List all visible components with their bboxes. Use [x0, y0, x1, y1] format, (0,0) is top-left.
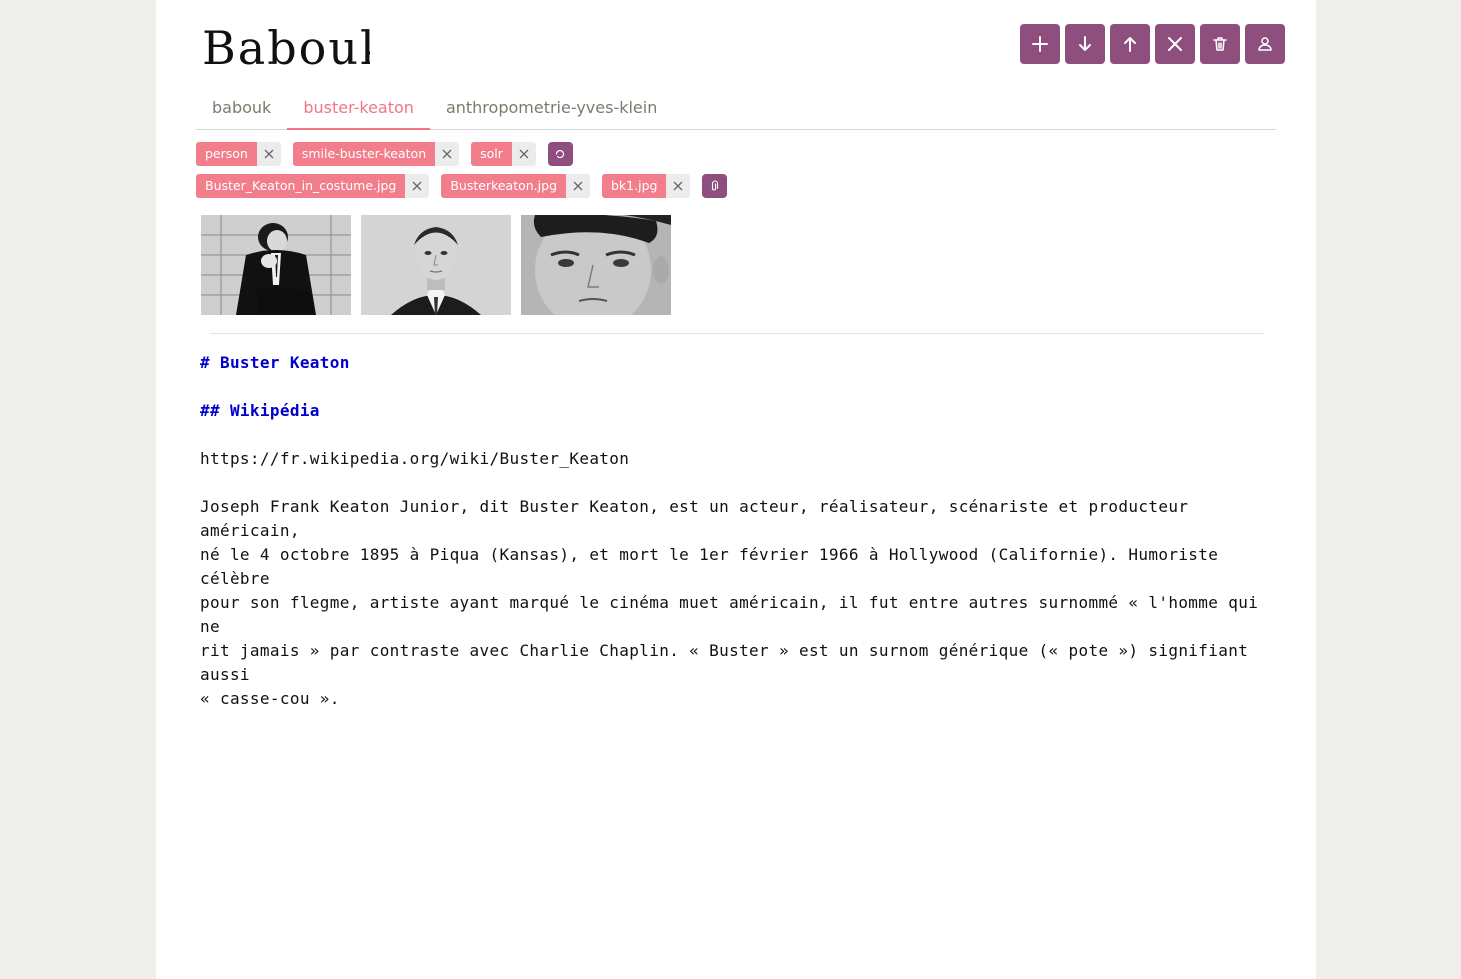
photo-closeup: [521, 215, 671, 315]
tag: solr: [471, 142, 536, 166]
upload-button[interactable]: [1110, 24, 1150, 64]
app-logo[interactable]: Babouk: [200, 18, 370, 74]
thumbnail-bk1[interactable]: [521, 215, 671, 315]
paragraph-line: né le 4 octobre 1895 à Piqua (Kansas), e…: [200, 545, 1229, 588]
close-icon: [673, 181, 683, 191]
user-icon: [1258, 37, 1272, 51]
close-icon: [573, 181, 583, 191]
arrow-down-icon: [1079, 36, 1091, 51]
download-button[interactable]: [1065, 24, 1105, 64]
paragraph-line: pour son flegme, artiste ayant marqué le…: [200, 593, 1269, 636]
tag-label[interactable]: person: [196, 142, 257, 166]
paragraph-line: « casse-cou ».: [200, 689, 340, 708]
attachment-tag: Buster_Keaton_in_costume.jpg: [196, 174, 430, 198]
close-icon: [1168, 37, 1182, 51]
svg-text:Babouk: Babouk: [202, 21, 370, 74]
paragraph: Joseph Frank Keaton Junior, dit Buster K…: [200, 495, 1280, 711]
wikipedia-link[interactable]: https://fr.wikipedia.org/wiki/Buster_Kea…: [200, 447, 1280, 471]
tag: person: [196, 142, 281, 166]
tab-babouk[interactable]: babouk: [196, 88, 287, 128]
attach-file-button[interactable]: [702, 174, 728, 198]
user-button[interactable]: [1245, 24, 1285, 64]
remove-attachment-button[interactable]: [566, 174, 590, 198]
close-icon: [442, 149, 452, 159]
trash-icon: [1213, 37, 1227, 51]
remove-tag-button[interactable]: [256, 142, 281, 166]
remove-attachment-button[interactable]: [666, 174, 691, 198]
attachment-list: Buster_Keaton_in_costume.jpg Busterkeato…: [196, 174, 728, 198]
delete-button[interactable]: [1200, 24, 1240, 64]
remove-tag-button[interactable]: [435, 142, 460, 166]
paragraph-line: rit jamais » par contraste avec Charlie …: [200, 641, 1259, 684]
attachment-label[interactable]: bk1.jpg: [602, 174, 667, 198]
attachment-label[interactable]: Busterkeaton.jpg: [441, 174, 566, 198]
thumbnail-busterkeaton[interactable]: [361, 215, 511, 315]
thumbnail-buster-keaton-costume[interactable]: [201, 215, 351, 315]
image-gallery: [201, 215, 671, 315]
add-button[interactable]: [1020, 24, 1060, 64]
tab-buster-keaton[interactable]: buster-keaton: [287, 88, 430, 130]
attachment-tag: bk1.jpg: [602, 174, 691, 198]
refresh-tags-button[interactable]: [547, 142, 573, 166]
page: Babouk babouk buster-keaton anthropometr…: [156, 0, 1316, 979]
tag-list: person smile-buster-keaton solr: [196, 142, 573, 166]
toolbar: [1020, 24, 1285, 64]
photo-portrait: [361, 215, 511, 315]
tag-label[interactable]: solr: [471, 142, 512, 166]
arrow-up-icon: [1124, 37, 1136, 52]
paperclip-icon: [711, 180, 719, 191]
close-icon: [264, 149, 274, 159]
paragraph-line: Joseph Frank Keaton Junior, dit Buster K…: [200, 497, 1199, 540]
close-icon: [412, 181, 422, 191]
remove-tag-button[interactable]: [511, 142, 536, 166]
close-button[interactable]: [1155, 24, 1195, 64]
logo-wordmark: Babouk: [202, 21, 370, 74]
note-content[interactable]: # Buster Keaton ## Wikipédia https://fr.…: [200, 351, 1280, 735]
remove-attachment-button[interactable]: [405, 174, 430, 198]
heading-2: ## Wikipédia: [200, 401, 320, 420]
tag: smile-buster-keaton: [292, 142, 460, 166]
photo-seated-man: [201, 215, 351, 315]
plus-icon: [1032, 36, 1048, 52]
divider: [210, 333, 1264, 334]
tag-label[interactable]: smile-buster-keaton: [292, 142, 436, 166]
refresh-icon: [556, 149, 565, 159]
close-icon: [519, 149, 529, 159]
tab-bar: babouk buster-keaton anthropometrie-yves…: [196, 88, 1276, 130]
tab-anthropometrie-yves-klein[interactable]: anthropometrie-yves-klein: [430, 88, 673, 128]
attachment-tag: Busterkeaton.jpg: [441, 174, 590, 198]
attachment-label[interactable]: Buster_Keaton_in_costume.jpg: [196, 174, 406, 198]
heading-1: # Buster Keaton: [200, 353, 350, 372]
